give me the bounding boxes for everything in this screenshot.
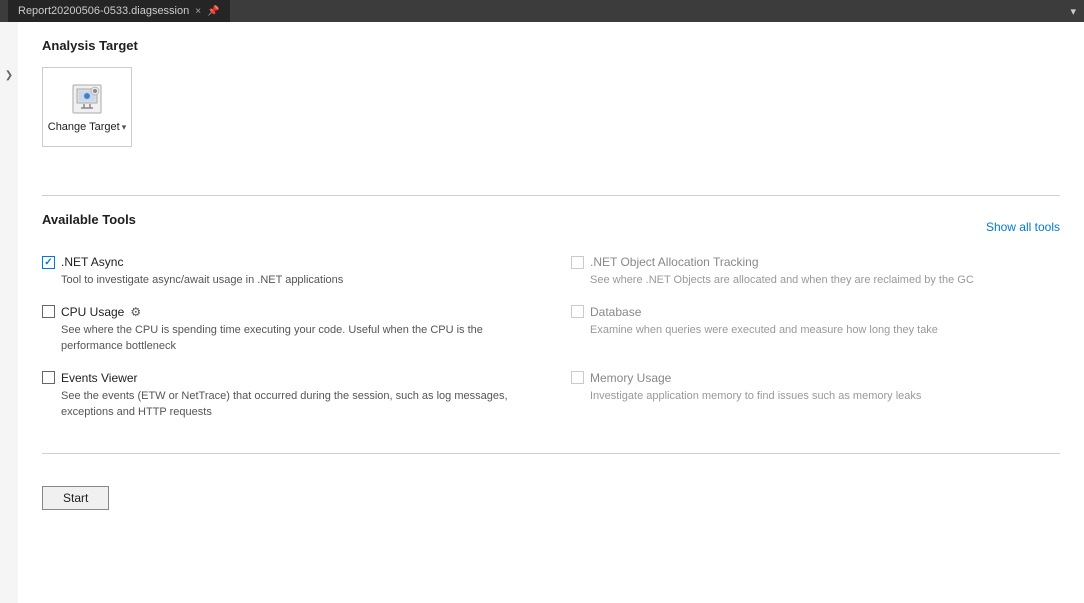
tool-desc-net-async: Tool to investigate async/await usage in… bbox=[61, 272, 531, 289]
divider-1 bbox=[42, 195, 1060, 196]
tools-header: Available Tools Show all tools bbox=[42, 212, 1060, 241]
collapse-arrow-icon: ❯ bbox=[5, 70, 13, 81]
tool-checkbox-cpu-usage[interactable] bbox=[42, 305, 55, 318]
change-target-box[interactable]: Change Target ▾ bbox=[42, 67, 132, 147]
tool-desc-cpu-usage: See where the CPU is spending time execu… bbox=[61, 322, 531, 355]
tool-checkbox-net-async[interactable] bbox=[42, 256, 55, 269]
tool-item-cpu-usage: CPU Usage ⚙ See where the CPU is spending … bbox=[42, 305, 531, 355]
tool-header-database: Database bbox=[571, 305, 1060, 319]
tool-checkbox-database[interactable] bbox=[571, 305, 584, 318]
collapse-panel[interactable]: ❯ bbox=[0, 22, 18, 603]
change-target-label: Change Target ▾ bbox=[48, 121, 127, 133]
tool-name-cpu-usage: CPU Usage bbox=[61, 305, 124, 319]
tool-gear-cpu-usage[interactable]: ⚙ bbox=[130, 305, 141, 319]
start-button[interactable]: Start bbox=[42, 486, 109, 510]
tool-desc-database: Examine when queries were executed and m… bbox=[590, 322, 1060, 339]
analysis-target-section: Analysis Target bbox=[42, 38, 1060, 179]
change-target-icon bbox=[69, 81, 105, 117]
tool-name-memory-usage: Memory Usage bbox=[590, 371, 671, 385]
available-tools-title: Available Tools bbox=[42, 212, 136, 227]
tool-item-memory-usage: Memory Usage Investigate application memo… bbox=[571, 371, 1060, 421]
tool-item-events-viewer: Events Viewer See the events (ETW or NetT… bbox=[42, 371, 531, 421]
tool-checkbox-memory-usage[interactable] bbox=[571, 371, 584, 384]
tool-desc-memory-usage: Investigate application memory to find i… bbox=[590, 388, 1060, 405]
tool-item-database: Database Examine when queries were execut… bbox=[571, 305, 1060, 355]
tool-checkbox-net-object[interactable] bbox=[571, 256, 584, 269]
tool-header-events-viewer: Events Viewer bbox=[42, 371, 531, 385]
available-tools-section: Available Tools Show all tools .NET Asyn… bbox=[42, 212, 1060, 437]
titlebar: Report20200506-0533.diagsession × 📌 ▾ bbox=[0, 0, 1084, 22]
tab-pin-icon[interactable]: 📌 bbox=[207, 6, 219, 17]
tools-grid: .NET Async Tool to investigate async/awai… bbox=[42, 255, 1060, 437]
tool-item-net-async: .NET Async Tool to investigate async/awai… bbox=[42, 255, 531, 289]
active-tab[interactable]: Report20200506-0533.diagsession × 📌 bbox=[8, 0, 230, 22]
tool-checkbox-events-viewer[interactable] bbox=[42, 371, 55, 384]
analysis-target-row: Change Target ▾ Startup Project Web bbox=[42, 67, 1060, 163]
tool-name-net-object: .NET Object Allocation Tracking bbox=[590, 255, 759, 269]
titlebar-dropdown[interactable]: ▾ bbox=[1070, 5, 1076, 18]
tab-label: Report20200506-0533.diagsession bbox=[18, 5, 189, 17]
start-section: Start bbox=[42, 486, 1060, 510]
change-target-dropdown-arrow: ▾ bbox=[122, 122, 127, 133]
tool-header-net-async: .NET Async bbox=[42, 255, 531, 269]
tab-close-icon[interactable]: × bbox=[195, 6, 201, 17]
analysis-target-title: Analysis Target bbox=[42, 38, 1060, 53]
tool-desc-net-object: See where .NET Objects are allocated and… bbox=[590, 272, 1060, 289]
tool-name-database: Database bbox=[590, 305, 641, 319]
main-container: ❯ Analysis Target bbox=[0, 22, 1084, 603]
tool-item-net-object: .NET Object Allocation Tracking See where… bbox=[571, 255, 1060, 289]
tool-name-net-async: .NET Async bbox=[61, 255, 123, 269]
tool-header-memory-usage: Memory Usage bbox=[571, 371, 1060, 385]
tool-header-cpu-usage: CPU Usage ⚙ bbox=[42, 305, 531, 319]
show-all-tools-link[interactable]: Show all tools bbox=[986, 220, 1060, 234]
tool-header-net-object: .NET Object Allocation Tracking bbox=[571, 255, 1060, 269]
content-area: Analysis Target bbox=[18, 22, 1084, 603]
tool-name-events-viewer: Events Viewer bbox=[61, 371, 137, 385]
divider-2 bbox=[42, 453, 1060, 454]
tool-desc-events-viewer: See the events (ETW or NetTrace) that oc… bbox=[61, 388, 531, 421]
